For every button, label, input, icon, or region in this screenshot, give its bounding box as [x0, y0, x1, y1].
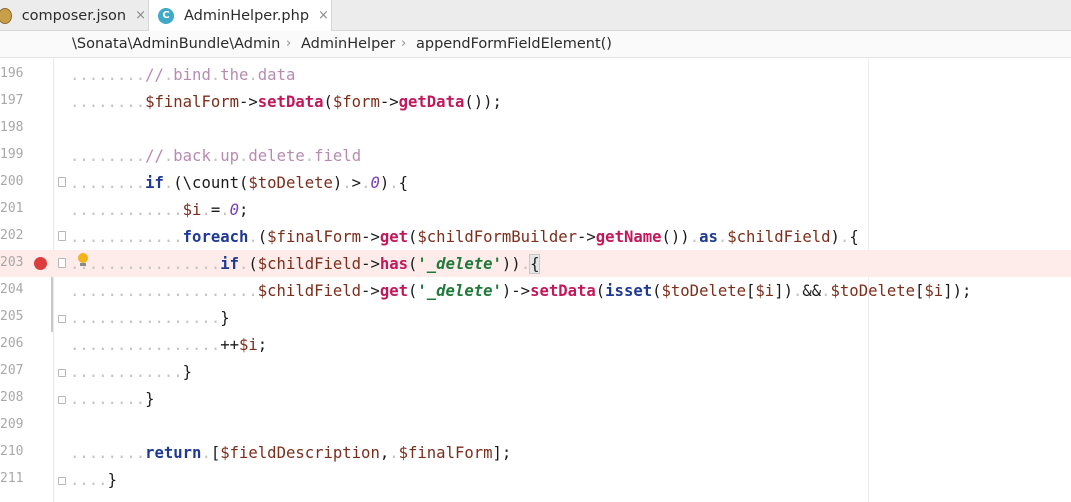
- breadcrumb-separator: ›: [286, 36, 292, 51]
- breadcrumb-namespace[interactable]: \Sonata\AdminBundle\Admin: [72, 36, 280, 52]
- fold-marker-icon[interactable]: [58, 396, 66, 404]
- line-number[interactable]: 206: [0, 336, 23, 351]
- tab-adminhelper-php[interactable]: C AdminHelper.php ×: [148, 0, 332, 31]
- line-number[interactable]: 197: [0, 93, 23, 108]
- composer-json-icon: [0, 7, 12, 24]
- line-number[interactable]: 196: [0, 66, 23, 81]
- code-text: ........//.bind.the.data: [70, 66, 296, 84]
- fold-marker-icon[interactable]: [58, 477, 66, 485]
- line-number[interactable]: 202: [0, 228, 23, 243]
- line-number[interactable]: 201: [0, 201, 23, 216]
- code-line[interactable]: 196 ........//.bind.the.data: [0, 61, 1071, 88]
- breakpoint-icon[interactable]: [34, 257, 47, 270]
- fold-marker-icon[interactable]: [58, 315, 66, 323]
- code-line[interactable]: 211....}: [0, 466, 1071, 493]
- code-line[interactable]: 202 ............foreach.($finalForm->get(…: [0, 223, 1071, 250]
- line-number[interactable]: 199: [0, 147, 23, 162]
- line-number[interactable]: 208: [0, 390, 23, 405]
- code-text: ....}: [70, 471, 117, 489]
- code-line[interactable]: 200 ........if.(\count($toDelete).>.0).{: [0, 169, 1071, 196]
- code-line[interactable]: 201 ............$i.=.0;: [0, 196, 1071, 223]
- code-text: ........//.back.up.delete.field: [70, 147, 362, 165]
- line-number[interactable]: 209: [0, 417, 23, 432]
- fold-marker-icon[interactable]: [58, 258, 66, 268]
- fold-marker-icon[interactable]: [58, 231, 66, 241]
- code-line[interactable]: 203 ................if.($childField->has(…: [0, 250, 1071, 277]
- code-line[interactable]: 210 ........return.[$fieldDescription,.$f…: [0, 439, 1071, 466]
- tab-label: composer.json: [21, 7, 127, 24]
- code-line[interactable]: 209: [0, 412, 1071, 439]
- tab-label: AdminHelper.php: [184, 7, 310, 24]
- code-text: ............foreach.($finalForm->get($ch…: [70, 228, 859, 246]
- fold-marker-icon[interactable]: [58, 177, 66, 187]
- breadcrumb-class[interactable]: AdminHelper: [301, 36, 395, 52]
- code-line[interactable]: 198: [0, 115, 1071, 142]
- code-line[interactable]: 205................}: [0, 304, 1071, 331]
- code-text: ............}: [70, 363, 193, 381]
- code-line[interactable]: 199 ........//.back.up.delete.field: [0, 142, 1071, 169]
- line-number[interactable]: 200: [0, 174, 23, 189]
- code-line[interactable]: 204 ....................$childField->get(…: [0, 277, 1071, 304]
- tab-composer-json[interactable]: composer.json ×: [0, 0, 146, 31]
- code-text: ............$i.=.0;: [70, 201, 249, 219]
- code-text: ........}: [70, 390, 155, 408]
- code-text: ................++$i;: [70, 336, 268, 354]
- code-line[interactable]: 206 ................++$i;: [0, 331, 1071, 358]
- close-icon[interactable]: ×: [318, 8, 329, 23]
- code-text: ........return.[$fieldDescription,.$fina…: [70, 444, 512, 462]
- php-class-icon: C: [158, 7, 174, 24]
- line-number[interactable]: 210: [0, 444, 23, 459]
- line-number[interactable]: 211: [0, 471, 23, 486]
- fold-marker-icon[interactable]: [58, 369, 66, 377]
- code-text: ................}: [70, 309, 230, 327]
- line-number[interactable]: 198: [0, 120, 23, 135]
- code-text: ....................$childField->get('_d…: [70, 282, 972, 300]
- code-editor[interactable]: 196 ........//.bind.the.data 197 ........$f…: [0, 58, 1071, 502]
- editor-tab-bar: composer.json × C AdminHelper.php ×: [0, 0, 1071, 31]
- line-number[interactable]: 204: [0, 282, 23, 297]
- line-number[interactable]: 207: [0, 363, 23, 378]
- code-line[interactable]: 197 ........$finalForm->setData($form->ge…: [0, 88, 1071, 115]
- code-text: ........if.(\count($toDelete).>.0).{: [70, 174, 409, 192]
- code-line[interactable]: 208........}: [0, 385, 1071, 412]
- close-icon[interactable]: ×: [135, 8, 146, 23]
- breadcrumb-method[interactable]: appendFormFieldElement(): [416, 36, 612, 52]
- code-line[interactable]: 207............}: [0, 358, 1071, 385]
- code-text: ................if.($childField->has('_d…: [70, 254, 541, 274]
- breadcrumb: \Sonata\AdminBundle\Admin › AdminHelper …: [0, 31, 1071, 58]
- breadcrumb-separator: ›: [401, 36, 407, 51]
- line-number[interactable]: 203: [0, 255, 23, 270]
- line-number[interactable]: 205: [0, 309, 23, 324]
- code-text: ........$finalForm->setData($form->getDa…: [70, 93, 502, 111]
